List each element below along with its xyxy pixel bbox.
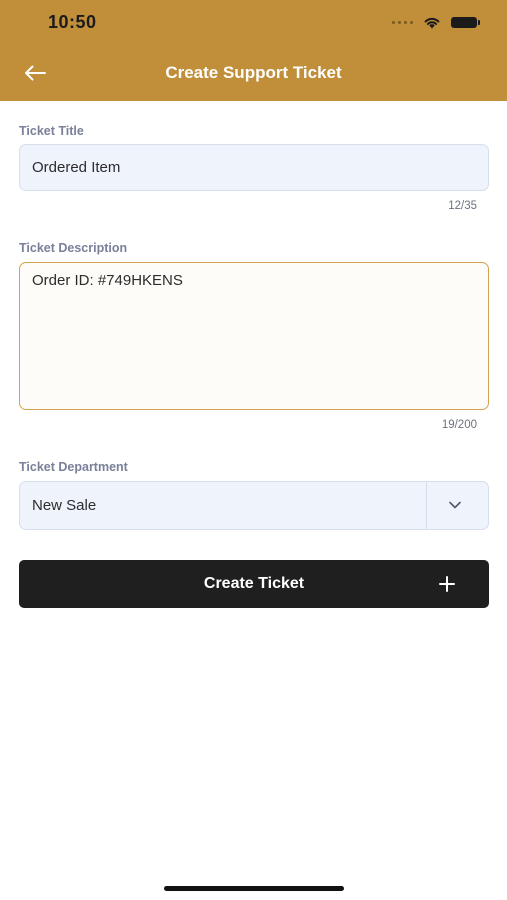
ticket-title-input[interactable]: Ordered Item [19,144,489,191]
select-divider [426,482,427,529]
home-indicator [164,886,344,891]
app-header: 10:50 Create Support Ticket [0,0,507,101]
signal-icon [392,21,413,24]
ticket-department-select[interactable]: New Sale [19,481,489,530]
page-title: Create Support Ticket [165,63,342,82]
ticket-department-label: Ticket Department [19,460,128,474]
create-ticket-button[interactable]: Create Ticket [19,560,489,608]
ticket-department-value: New Sale [32,497,97,514]
ticket-description-textarea[interactable]: Order ID: #749HKENS [19,262,489,410]
status-icons [392,16,480,29]
ticket-title-value: Ordered Item [32,159,121,176]
chevron-down-icon[interactable] [448,498,462,512]
wifi-icon [424,17,440,29]
ticket-title-label: Ticket Title [19,124,84,138]
ticket-description-value: Order ID: #749HKENS [32,272,183,289]
battery-icon [451,17,480,28]
ticket-title-counter: 12/35 [448,200,477,212]
ticket-description-counter: 19/200 [441,419,477,431]
plus-icon [439,576,455,592]
ticket-description-label: Ticket Description [19,241,128,255]
create-ticket-label: Create Ticket [203,575,305,592]
status-time: 10:50 [48,12,97,32]
